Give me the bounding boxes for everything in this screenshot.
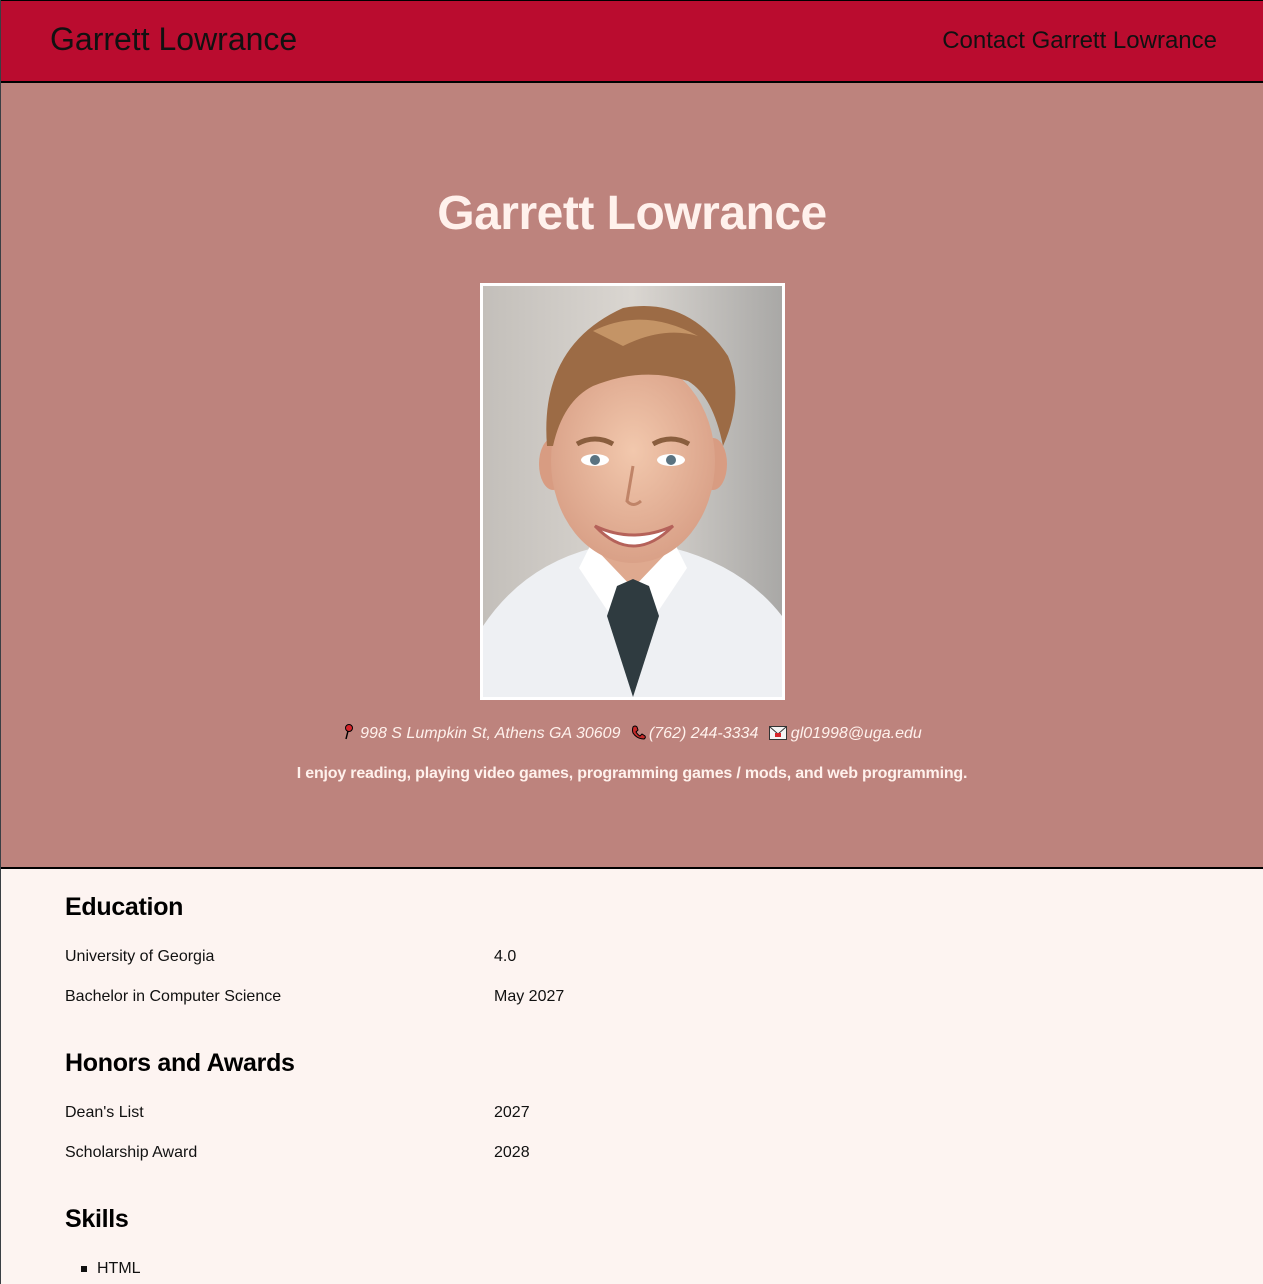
hero-title: Garrett Lowrance (437, 187, 827, 240)
map-pin-icon (342, 724, 356, 740)
nav-contact-link[interactable]: Contact Garrett Lowrance (942, 27, 1217, 55)
nav-brand-link[interactable]: Garrett Lowrance (50, 21, 297, 58)
honor-year: 2028 (494, 1144, 530, 1161)
hero-section: Garrett Lowrance 998 S Lumpkin St, Athen… (1, 83, 1263, 869)
page: Garrett Lowrance Contact Garrett Lowranc… (1, 0, 1263, 1284)
education-graduation: May 2027 (494, 988, 565, 1005)
skills-heading: Skills (65, 1205, 129, 1233)
list-bullet (81, 1266, 87, 1272)
skill-item: HTML (97, 1260, 141, 1277)
phone-link[interactable]: (762) 244-3334 (649, 725, 758, 742)
honor-year: 2027 (494, 1104, 530, 1121)
honor-label: Dean's List (65, 1104, 144, 1121)
navbar: Garrett Lowrance Contact Garrett Lowranc… (1, 0, 1263, 83)
phone-icon (631, 724, 646, 740)
education-degree: Bachelor in Computer Science (65, 988, 282, 1005)
address-text: 998 S Lumpkin St, Athens GA 30609 (360, 725, 621, 742)
education-heading: Education (65, 893, 184, 921)
bio-text: I enjoy reading, playing video games, pr… (296, 765, 968, 782)
profile-photo (480, 283, 785, 700)
honors-heading: Honors and Awards (65, 1049, 295, 1077)
education-school: University of Georgia (65, 948, 215, 965)
email-link[interactable]: gl01998@uga.edu (791, 725, 922, 742)
envelope-icon (768, 726, 787, 742)
honor-label: Scholarship Award (65, 1144, 198, 1161)
contact-info: 998 S Lumpkin St, Athens GA 30609 (762) … (1, 724, 1263, 743)
education-gpa: 4.0 (494, 948, 517, 965)
